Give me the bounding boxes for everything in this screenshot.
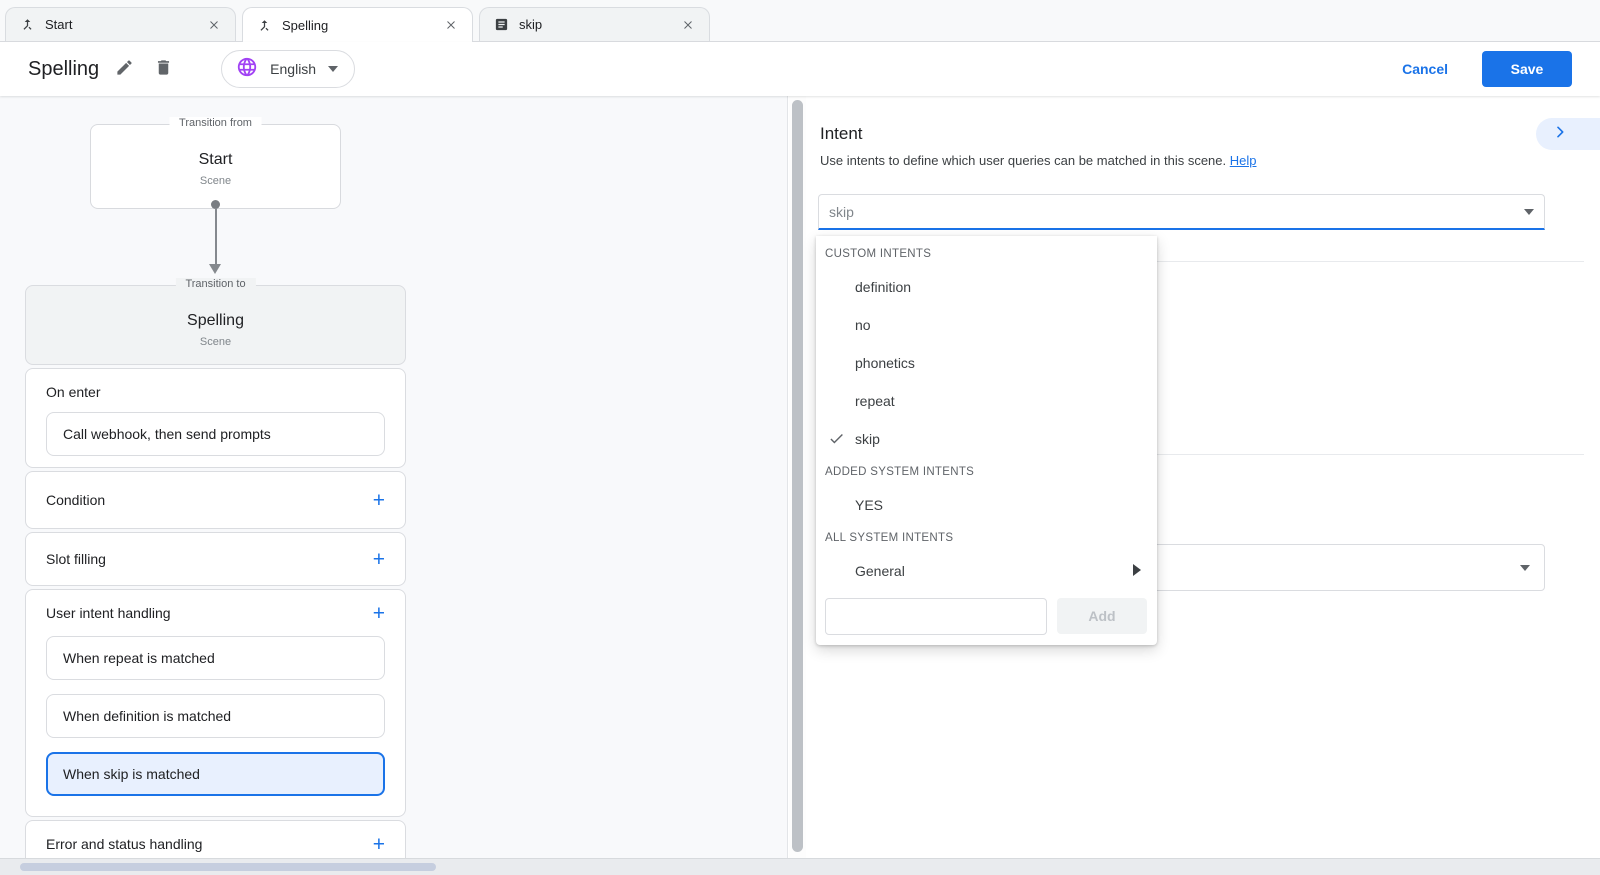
condition-section: Condition xyxy=(25,471,406,529)
dropdown-item-no[interactable]: no xyxy=(816,306,1157,344)
horizontal-scrollbar xyxy=(0,858,1600,875)
node-legend: Transition to xyxy=(175,278,255,290)
node-title: Start xyxy=(91,151,340,169)
node-subtitle: Scene xyxy=(26,336,405,348)
scene-merge-icon xyxy=(20,17,35,32)
chevron-right-icon xyxy=(1552,124,1568,145)
close-icon[interactable] xyxy=(442,16,460,34)
user-intent-section: User intent handling When repeat is matc… xyxy=(25,589,406,817)
new-intent-input[interactable] xyxy=(825,598,1047,635)
scene-detail-column: Transition to Spelling Scene On enter Ca… xyxy=(25,285,406,858)
intent-doc-icon xyxy=(494,17,509,32)
add-error-handler-button[interactable] xyxy=(373,834,385,855)
tab-start[interactable]: Start xyxy=(5,7,236,41)
intent-combobox[interactable]: skip xyxy=(818,194,1545,230)
dropdown-item-general[interactable]: General xyxy=(816,552,1157,590)
dropdown-arrow-icon[interactable] xyxy=(1524,209,1534,215)
description-text: Use intents to define which user queries… xyxy=(820,153,1226,168)
transition-to-header: Transition to Spelling Scene xyxy=(25,285,406,365)
language-label: English xyxy=(270,61,316,77)
transition-select[interactable] xyxy=(1106,544,1545,591)
help-link[interactable]: Help xyxy=(1230,153,1257,168)
scene-canvas: Transition from Start Scene Transition t… xyxy=(0,96,788,858)
intent-handler-definition[interactable]: When definition is matched xyxy=(46,694,385,738)
dropdown-item-definition[interactable]: definition xyxy=(816,268,1157,306)
check-icon xyxy=(828,430,845,450)
globe-icon xyxy=(236,56,258,83)
trash-icon xyxy=(154,58,173,80)
dropdown-item-repeat[interactable]: repeat xyxy=(816,382,1157,420)
on-enter-webhook-card[interactable]: Call webhook, then send prompts xyxy=(46,412,385,456)
add-slot-button[interactable] xyxy=(373,549,385,570)
add-intent-button[interactable]: Add xyxy=(1057,598,1147,634)
on-enter-section: On enter Call webhook, then send prompts xyxy=(25,368,406,468)
add-condition-button[interactable] xyxy=(373,490,385,511)
header-bar: Spelling English Cancel Save xyxy=(0,42,1600,96)
dropdown-item-skip[interactable]: skip xyxy=(816,420,1157,458)
chevron-down-icon xyxy=(328,66,338,72)
intent-handler-skip[interactable]: When skip is matched xyxy=(46,752,385,796)
tab-skip[interactable]: skip xyxy=(479,7,710,41)
scene-merge-icon xyxy=(257,18,272,33)
cancel-button[interactable]: Cancel xyxy=(1402,61,1448,77)
save-button[interactable]: Save xyxy=(1482,51,1572,87)
horizontal-scrollbar-thumb[interactable] xyxy=(20,863,436,871)
intent-dropdown-menu: CUSTOM INTENTS definition no phonetics r… xyxy=(816,236,1157,645)
dropdown-group-header: ALL SYSTEM INTENTS xyxy=(816,524,1157,552)
on-enter-label: On enter xyxy=(46,384,385,400)
node-subtitle: Scene xyxy=(91,175,340,187)
collapse-panel-button[interactable] xyxy=(1536,118,1600,150)
condition-label: Condition xyxy=(46,492,105,508)
scrollbar-thumb[interactable] xyxy=(792,100,803,852)
error-handling-section: Error and status handling xyxy=(25,820,406,858)
app-window: Start Spelling skip Spelling xyxy=(0,0,1600,875)
intent-panel-title: Intent xyxy=(820,124,863,144)
connector-line xyxy=(215,208,217,264)
user-intent-label: User intent handling xyxy=(46,605,171,621)
transition-from-node[interactable]: Transition from Start Scene xyxy=(90,124,341,209)
page-title: Spelling xyxy=(28,58,99,81)
slot-filling-label: Slot filling xyxy=(46,551,106,567)
tab-label: Start xyxy=(45,17,195,32)
tab-spelling[interactable]: Spelling xyxy=(242,7,473,42)
error-handling-label: Error and status handling xyxy=(46,836,202,852)
close-icon[interactable] xyxy=(679,16,697,34)
tab-label: Spelling xyxy=(282,18,432,33)
submenu-arrow-icon xyxy=(1133,564,1141,576)
dropdown-item-label: skip xyxy=(855,431,880,447)
slot-filling-section: Slot filling xyxy=(25,532,406,586)
dropdown-item-label: General xyxy=(855,563,905,579)
language-selector[interactable]: English xyxy=(221,50,355,88)
node-legend: Transition from xyxy=(169,117,262,129)
dropdown-item-phonetics[interactable]: phonetics xyxy=(816,344,1157,382)
delete-button[interactable] xyxy=(154,58,173,80)
intent-panel-description: Use intents to define which user queries… xyxy=(820,153,1257,168)
connector-arrowhead xyxy=(209,264,221,274)
dropdown-arrow-icon xyxy=(1520,565,1530,571)
intent-handler-repeat[interactable]: When repeat is matched xyxy=(46,636,385,680)
pencil-icon xyxy=(115,58,134,80)
dropdown-group-header: CUSTOM INTENTS xyxy=(816,240,1157,268)
vertical-scrollbar xyxy=(789,96,806,858)
close-icon[interactable] xyxy=(205,16,223,34)
dropdown-item-yes[interactable]: YES xyxy=(816,486,1157,524)
intent-combobox-value: skip xyxy=(829,204,1524,220)
tab-bar: Start Spelling skip xyxy=(0,0,1600,42)
add-intent-handler-button[interactable] xyxy=(373,603,385,624)
node-title: Spelling xyxy=(26,312,405,330)
dropdown-footer: Add xyxy=(825,598,1148,635)
intent-panel: Intent Use intents to define which user … xyxy=(806,96,1600,858)
tab-label: skip xyxy=(519,17,669,32)
edit-button[interactable] xyxy=(115,58,134,80)
dropdown-group-header: ADDED SYSTEM INTENTS xyxy=(816,458,1157,486)
